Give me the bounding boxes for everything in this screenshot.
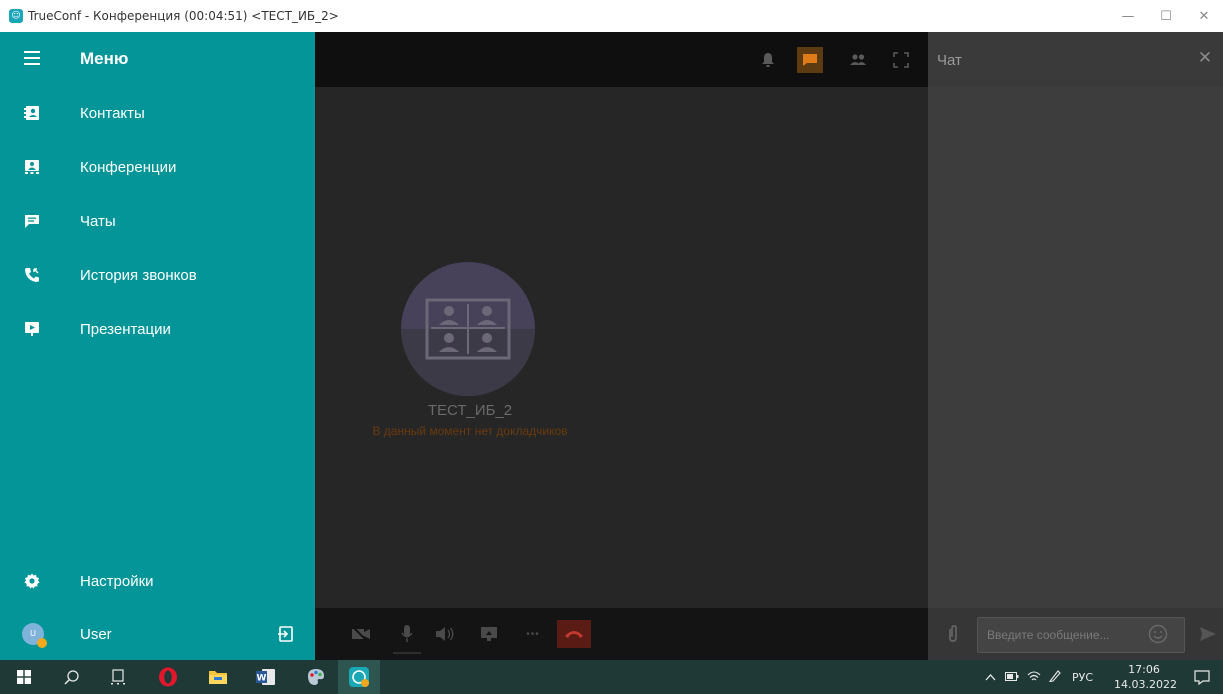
- fullscreen-icon: [893, 52, 909, 68]
- title-bar: ☺ TrueConf - Конференция (00:04:51) <ТЕС…: [0, 0, 1223, 32]
- clock-date: 14.03.2022: [1114, 678, 1177, 691]
- conference-grid-icon: [425, 298, 511, 360]
- sidebar-item-label: Контакты: [80, 104, 145, 122]
- notifications-button[interactable]: [755, 47, 781, 73]
- chat-toggle-button[interactable]: [797, 47, 823, 73]
- chat-header: Чат ✕: [928, 32, 1223, 87]
- no-speaker-message: В данный момент нет докладчиков: [372, 424, 568, 438]
- language-indicator[interactable]: РУС: [1072, 671, 1093, 684]
- chats-icon: [24, 213, 40, 229]
- truconf-taskbar-icon[interactable]: [347, 665, 371, 689]
- camera-off-icon: [352, 627, 370, 641]
- wifi-icon[interactable]: [1027, 670, 1041, 685]
- status-indicator-icon: [37, 638, 47, 648]
- sidebar-item-label: Презентации: [80, 320, 171, 338]
- logout-icon[interactable]: [277, 625, 295, 643]
- opera-browser-icon[interactable]: [156, 665, 180, 689]
- camera-off-button[interactable]: [349, 622, 373, 646]
- truconf-logo-icon: ☺: [9, 9, 23, 23]
- sidebar-item-contacts[interactable]: Контакты: [0, 91, 315, 135]
- app-window: ☺ TrueConf - Конференция (00:04:51) <ТЕС…: [0, 0, 1223, 694]
- clock-time: 17:06: [1128, 663, 1160, 676]
- chat-icon: [803, 54, 817, 66]
- maximize-button[interactable]: ☐: [1147, 0, 1185, 32]
- file-explorer-icon[interactable]: [206, 665, 230, 689]
- system-tray: РУС: [985, 660, 1093, 694]
- bell-icon: [762, 53, 774, 67]
- screen-share-icon: [481, 627, 497, 641]
- battery-icon[interactable]: [1005, 671, 1019, 684]
- attachment-icon[interactable]: [944, 622, 962, 646]
- svg-text:W: W: [257, 674, 267, 684]
- search-icon[interactable]: [60, 665, 84, 689]
- sidebar-item-label: История звонков: [80, 266, 197, 284]
- menu-header: Меню: [0, 32, 315, 87]
- windows-taskbar: W РУС 17:06 14.03.2022: [0, 660, 1223, 694]
- side-menu: Меню Контакты Конференции Чаты История з: [0, 32, 315, 660]
- call-history-icon: [24, 267, 40, 283]
- chat-footer: [928, 608, 1223, 660]
- window-title: TrueConf - Конференция (00:04:51) <ТЕСТ_…: [28, 9, 339, 23]
- video-area: ТЕСТ_ИБ_2 В данный момент нет докладчико…: [315, 32, 928, 660]
- hang-up-button[interactable]: [557, 620, 591, 648]
- sidebar-item-chats[interactable]: Чаты: [0, 199, 315, 243]
- start-icon[interactable]: [12, 665, 36, 689]
- screen-share-button[interactable]: [477, 622, 501, 646]
- speaker-button[interactable]: [433, 622, 457, 646]
- presentations-icon: [24, 321, 40, 337]
- sidebar-item-settings[interactable]: Настройки: [0, 559, 315, 603]
- sidebar-item-conferences[interactable]: Конференции: [0, 145, 315, 189]
- microphone-button[interactable]: [395, 622, 419, 646]
- more-options-button[interactable]: •••: [521, 622, 545, 646]
- contacts-icon: [24, 105, 40, 121]
- word-icon[interactable]: W: [254, 665, 278, 689]
- call-controls: •••: [315, 608, 928, 660]
- sidebar-item-call-history[interactable]: История звонков: [0, 253, 315, 297]
- speaker-icon: [436, 627, 454, 641]
- sidebar-item-user[interactable]: U User: [0, 612, 315, 656]
- microphone-icon: [401, 625, 413, 642]
- sidebar-item-label: Конференции: [80, 158, 177, 176]
- hang-up-icon: [565, 631, 583, 638]
- send-icon[interactable]: [1197, 623, 1219, 645]
- participants-button[interactable]: [845, 47, 871, 73]
- conferences-icon: [24, 159, 40, 175]
- emoji-icon[interactable]: [1147, 623, 1169, 645]
- close-window-button[interactable]: ✕: [1185, 0, 1223, 32]
- menu-title: Меню: [80, 49, 129, 68]
- close-chat-button[interactable]: ✕: [1193, 46, 1217, 70]
- participants-icon: [850, 54, 866, 65]
- participant-name: ТЕСТ_ИБ_2: [427, 402, 513, 419]
- fullscreen-button[interactable]: [888, 47, 914, 73]
- notification-center-icon[interactable]: [1190, 665, 1214, 689]
- sidebar-item-presentations[interactable]: Презентации: [0, 307, 315, 351]
- chevron-up-icon[interactable]: [985, 671, 996, 684]
- sidebar-item-label: Настройки: [80, 572, 154, 590]
- user-name: User: [80, 625, 112, 643]
- avatar: U: [22, 623, 47, 648]
- task-view-icon[interactable]: [106, 665, 130, 689]
- chat-panel: Чат ✕: [928, 32, 1223, 660]
- pen-icon[interactable]: [1048, 669, 1062, 685]
- chat-title: Чат: [937, 52, 962, 69]
- gear-icon: [24, 573, 40, 589]
- paint-icon[interactable]: [304, 665, 328, 689]
- window-controls: — ☐ ✕: [1109, 0, 1223, 32]
- hamburger-menu-icon[interactable]: [24, 51, 40, 65]
- conference-avatar: [401, 262, 535, 396]
- sidebar-item-label: Чаты: [80, 212, 116, 230]
- minimize-button[interactable]: —: [1109, 0, 1147, 32]
- taskbar-clock[interactable]: 17:06 14.03.2022: [1114, 662, 1177, 692]
- mic-level-indicator: [393, 652, 421, 654]
- video-toolbar: [315, 32, 928, 87]
